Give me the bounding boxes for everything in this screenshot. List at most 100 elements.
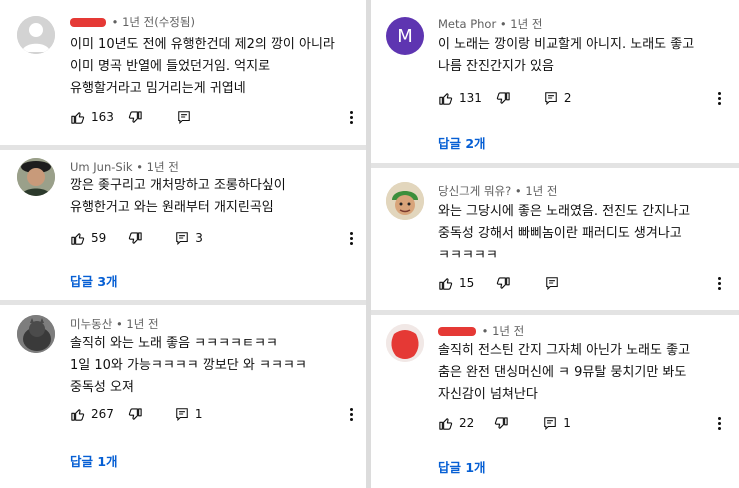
view-replies-link[interactable]: 답글 1개	[438, 457, 486, 476]
like-count: 15	[459, 276, 475, 290]
comment-card: M Meta Phor • 1년 전 이 노래는 깡이랑 비교할게 아니지. 노…	[371, 0, 739, 163]
thumbs-down-icon	[496, 91, 510, 104]
comment-time[interactable]: • 1년 전	[136, 160, 179, 174]
comment-text: 깡은 좆구리고 개처망하고 조롱하다싶이 유행한거고 와는 원래부터 개지린곡임	[70, 175, 286, 219]
reply-button[interactable]: 2	[544, 91, 572, 105]
like-button[interactable]: 59	[70, 231, 106, 246]
comment-line: 자신감이 넘쳐난다	[438, 387, 538, 402]
more-options-icon[interactable]	[712, 414, 726, 432]
comment-text: 와는 그당시에 좋은 노래였음. 전진도 간지나고 중독성 강해서 빠삐놈이란 …	[438, 201, 690, 267]
comment-line: 와는 그당시에 좋은 노래였음. 전진도 간지나고	[438, 204, 691, 219]
more-options-icon[interactable]	[344, 108, 358, 126]
more-options-icon[interactable]	[712, 274, 726, 292]
comment-meta: 당신그게 뭐유? • 1년 전	[438, 183, 557, 199]
dislike-button[interactable]	[496, 276, 511, 291]
reply-button[interactable]: 1	[543, 416, 571, 430]
comment-card: • 1년 전(수정됨) 이미 10년도 전에 유행한건데 제2의 깡이 아니라 …	[0, 0, 366, 147]
avatar[interactable]	[386, 182, 424, 220]
thumbs-up-icon	[71, 111, 85, 124]
thumbs-up-icon	[439, 277, 453, 290]
like-count: 22	[459, 416, 475, 430]
like-button[interactable]: 22	[438, 416, 474, 431]
reply-button[interactable]: 1	[175, 407, 203, 421]
comment-time[interactable]: • 1년 전(수정됨)	[112, 15, 195, 29]
comment-icon	[544, 417, 557, 430]
comment-line: 이 노래는 깡이랑 비교할게 아니지. 노래도 좋고	[438, 37, 695, 52]
comment-time[interactable]: • 1년 전	[116, 317, 159, 331]
dislike-button[interactable]	[496, 91, 511, 106]
comment-icon	[178, 111, 190, 124]
comment-line: 솔직히 전스틴 간지 그자체 아닌가 노래도 좋고	[438, 343, 691, 358]
comment-actions: 163	[70, 108, 191, 126]
comment-line: 중독성 강해서 빠삐놈이란 패러디도 생겨나고	[438, 226, 682, 241]
more-options-icon[interactable]	[712, 89, 726, 107]
comment-actions: 59 3	[70, 229, 203, 247]
comment-text: 이 노래는 깡이랑 비교할게 아니지. 노래도 좋고 나름 잔진간지가 있음	[438, 34, 694, 78]
comment-actions: 131 2	[438, 89, 572, 107]
reply-button[interactable]	[177, 110, 191, 124]
comment-meta: 미누동산 • 1년 전	[70, 316, 159, 332]
view-replies-link[interactable]: 답글 3개	[70, 271, 118, 290]
comment-line: 이미 명곡 반열에 들었던거임. 억지로	[70, 59, 271, 74]
user-photo-icon	[17, 315, 55, 353]
thumbs-up-icon	[439, 92, 453, 105]
thumbs-down-icon	[128, 407, 142, 420]
comment-card: 미누동산 • 1년 전 솔직히 와는 노래 좋음 ㅋㅋㅋㅋㅌㅋㅋ 1일 10와 …	[0, 305, 366, 488]
comment-author[interactable]: 미누동산	[70, 317, 112, 331]
comment-icon	[546, 277, 559, 290]
like-button[interactable]: 267	[70, 407, 114, 422]
comment-meta: Meta Phor • 1년 전	[438, 16, 542, 32]
comment-text: 솔직히 와는 노래 좋음 ㅋㅋㅋㅋㅌㅋㅋ 1일 10와 가능ㅋㅋㅋㅋ 깡보단 와…	[70, 333, 307, 399]
dislike-button[interactable]	[128, 407, 143, 422]
comment-author[interactable]: Meta Phor	[438, 17, 496, 31]
reply-count: 2	[563, 91, 572, 105]
dislike-button[interactable]	[128, 110, 143, 125]
comment-actions: 15	[438, 274, 559, 292]
avatar[interactable]	[17, 315, 55, 353]
comment-author[interactable]: 당신그게 뭐유?	[438, 184, 511, 198]
comment-meta: Um Jun-Sik • 1년 전	[70, 159, 179, 175]
view-replies-link[interactable]: 답글 2개	[438, 133, 486, 152]
comment-actions: 22 1	[438, 414, 571, 432]
more-options-icon[interactable]	[344, 405, 358, 423]
comment-card: Um Jun-Sik • 1년 전 깡은 좆구리고 개처망하고 조롱하다싶이 유…	[0, 150, 366, 300]
default-user-icon	[17, 16, 55, 54]
like-button[interactable]: 131	[438, 91, 482, 106]
like-button[interactable]: 15	[438, 276, 474, 291]
dislike-button[interactable]	[494, 416, 509, 431]
thumbs-up-icon	[439, 417, 453, 430]
view-replies-link[interactable]: 답글 1개	[70, 451, 118, 470]
reply-button[interactable]: 3	[175, 231, 203, 245]
more-options-icon[interactable]	[344, 229, 358, 247]
avatar[interactable]: M	[386, 17, 424, 55]
like-button[interactable]: 163	[70, 110, 114, 125]
comment-card: 당신그게 뭐유? • 1년 전 와는 그당시에 좋은 노래였음. 전진도 간지나…	[371, 168, 739, 310]
comment-line: 깡은 좆구리고 개처망하고 조롱하다싶이	[70, 178, 286, 193]
comment-time[interactable]: • 1년 전	[500, 17, 543, 31]
comment-line: 이미 10년도 전에 유행한건데 제2의 깡이 아니라	[70, 37, 335, 52]
comment-text: 이미 10년도 전에 유행한건데 제2의 깡이 아니라 이미 명곡 반열에 들었…	[70, 34, 335, 100]
thumbs-down-icon	[129, 231, 142, 244]
avatar-letter: M	[397, 25, 413, 47]
comment-card: • 1년 전 솔직히 전스틴 간지 그자체 아닌가 노래도 좋고 춤은 완전 댄…	[371, 315, 739, 488]
reply-count: 1	[563, 416, 571, 430]
comments-column-right: M Meta Phor • 1년 전 이 노래는 깡이랑 비교할게 아니지. 노…	[371, 0, 739, 488]
reply-button[interactable]	[545, 276, 559, 290]
comment-line: 유행한거고 와는 원래부터 개지린곡임	[70, 200, 274, 215]
comment-line: ㅋㅋㅋㅋㅋ	[438, 248, 498, 263]
avatar[interactable]	[386, 324, 424, 362]
comment-time[interactable]: • 1년 전	[515, 184, 558, 198]
comment-author[interactable]: Um Jun-Sik	[70, 160, 133, 174]
redacted-avatar-icon	[386, 324, 424, 362]
avatar[interactable]	[17, 16, 55, 54]
comment-icon	[176, 408, 188, 421]
comment-time[interactable]: • 1년 전	[482, 324, 525, 338]
like-count: 59	[91, 231, 107, 245]
comment-actions: 267 1	[70, 405, 203, 423]
avatar[interactable]	[17, 158, 55, 196]
user-photo-icon	[386, 182, 424, 220]
comment-line: 중독성 오져	[70, 380, 134, 395]
like-count: 131	[459, 91, 482, 105]
comments-column-left: • 1년 전(수정됨) 이미 10년도 전에 유행한건데 제2의 깡이 아니라 …	[0, 0, 366, 488]
dislike-button[interactable]	[128, 231, 143, 246]
